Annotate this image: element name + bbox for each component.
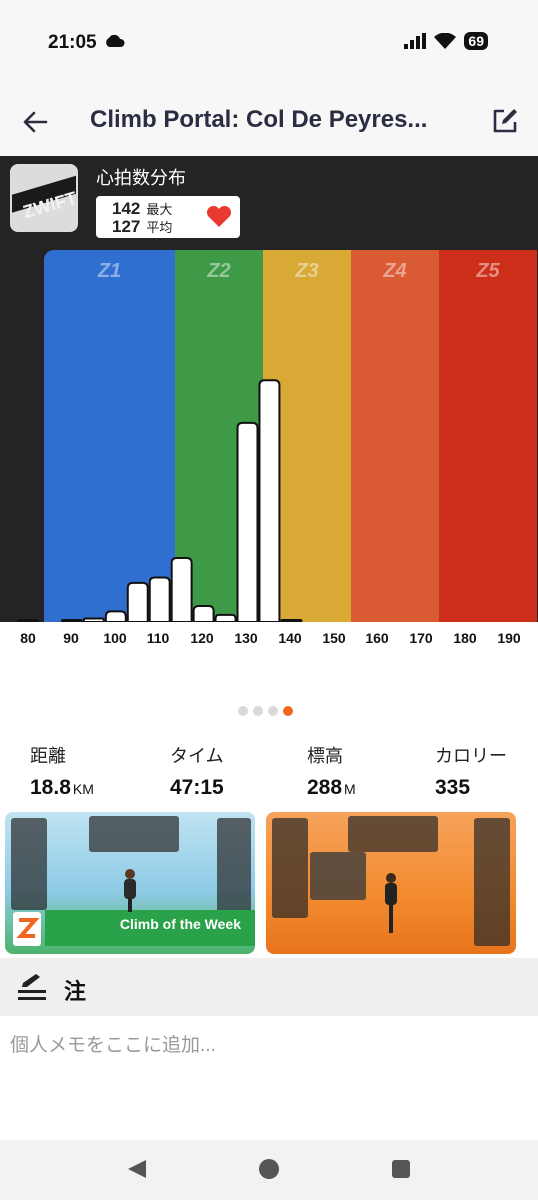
stat-distance-number: 18.8 <box>30 776 71 799</box>
stat-time: タイム 47:15 <box>170 742 224 800</box>
stat-time-label: タイム <box>170 746 224 766</box>
nav-recents-icon[interactable] <box>390 1158 412 1180</box>
back-arrow-icon[interactable] <box>20 108 52 136</box>
cloud-icon <box>106 34 125 47</box>
ride-screenshot-2[interactable] <box>266 812 516 954</box>
x-tick-label: 140 <box>278 630 302 646</box>
stat-elevation-value: 288 M <box>307 776 356 800</box>
stat-calories-value: 335 <box>435 776 471 799</box>
thumb2-hud-right <box>474 818 510 946</box>
histogram-bar <box>236 421 259 622</box>
thumb-banner: Climb of the Week <box>45 910 255 946</box>
stat-distance: 距離 18.8 KM <box>30 742 94 800</box>
stat-distance-label: 距離 <box>30 746 66 766</box>
cyclist-figure-2 <box>385 873 397 933</box>
x-tick-label: 190 <box>497 630 521 646</box>
histogram-bar <box>126 581 149 622</box>
thumb2-hud-left <box>272 818 308 918</box>
x-tick-label: 100 <box>103 630 127 646</box>
status-bar: 21:05 69 <box>0 0 538 88</box>
notes-title: 注 <box>64 979 87 1004</box>
histogram-bar <box>258 379 281 622</box>
histogram-bar <box>104 610 127 622</box>
status-time: 21:05 <box>48 32 97 53</box>
signal-icon <box>404 33 427 49</box>
zwift-z-logo <box>13 912 41 946</box>
thumb-hud-left <box>11 818 47 910</box>
x-tick-label: 110 <box>146 630 170 646</box>
ride-screenshot-1[interactable]: Climb of the Week <box>5 812 255 954</box>
x-tick-label: 150 <box>322 630 346 646</box>
x-tick-label: 160 <box>365 630 389 646</box>
stat-elevation-label: 標高 <box>307 746 343 766</box>
wifi-icon <box>434 33 457 49</box>
carousel-dot[interactable] <box>283 706 293 716</box>
thumb-hud-right <box>217 818 251 922</box>
system-nav-bar <box>0 1140 538 1200</box>
histogram-bar <box>170 557 193 622</box>
carousel-dot[interactable] <box>268 706 278 716</box>
stat-distance-unit: KM <box>72 781 94 797</box>
carousel-dot[interactable] <box>253 706 263 716</box>
stat-distance-value: 18.8 KM <box>30 776 94 800</box>
x-tick-label: 120 <box>190 630 214 646</box>
edit-icon[interactable] <box>490 106 520 136</box>
stat-elevation-number: 288 <box>307 776 343 799</box>
stat-elevation: 標高 288 M <box>307 742 356 800</box>
thumb-hud-top <box>89 816 179 852</box>
carousel-indicator <box>238 706 293 716</box>
page-title: Climb Portal: Col De Peyres... <box>90 106 428 133</box>
histogram-bar <box>192 605 215 622</box>
notes-input[interactable] <box>0 1016 538 1140</box>
histogram-bar <box>214 613 237 622</box>
x-axis: 80 90 100 110 120 130 140 150 160 170 180 190 <box>0 622 538 656</box>
stats-row: 距離 18.8 KM タイム 47:15 標高 288 M カロリー 335 <box>0 742 538 802</box>
x-tick-label: 90 <box>63 630 79 646</box>
x-tick-label: 180 <box>453 630 477 646</box>
battery-indicator: 69 <box>464 32 488 50</box>
stat-calories: カロリー 335 <box>435 742 507 800</box>
thumb2-segment-panel <box>310 852 366 900</box>
app-bar: Climb Portal: Col De Peyres... <box>0 88 538 156</box>
histogram-bars <box>17 379 303 622</box>
stat-calories-label: カロリー <box>435 746 507 766</box>
x-tick-label: 170 <box>409 630 433 646</box>
stat-elevation-unit: M <box>344 781 356 797</box>
thumb2-hud-top <box>348 816 438 852</box>
nav-back-icon[interactable] <box>126 1158 148 1180</box>
x-tick-label: 130 <box>234 630 258 646</box>
notes-header: 注 <box>0 958 538 1016</box>
x-tick-label: 80 <box>20 630 36 646</box>
note-edit-icon <box>18 974 46 1000</box>
cyclist-figure <box>124 869 136 912</box>
nav-home-icon[interactable] <box>258 1158 280 1180</box>
histogram-bar <box>148 576 171 622</box>
stat-time-value: 47:15 <box>170 776 224 799</box>
status-indicators: 69 <box>404 32 488 50</box>
carousel-dot[interactable] <box>238 706 248 716</box>
